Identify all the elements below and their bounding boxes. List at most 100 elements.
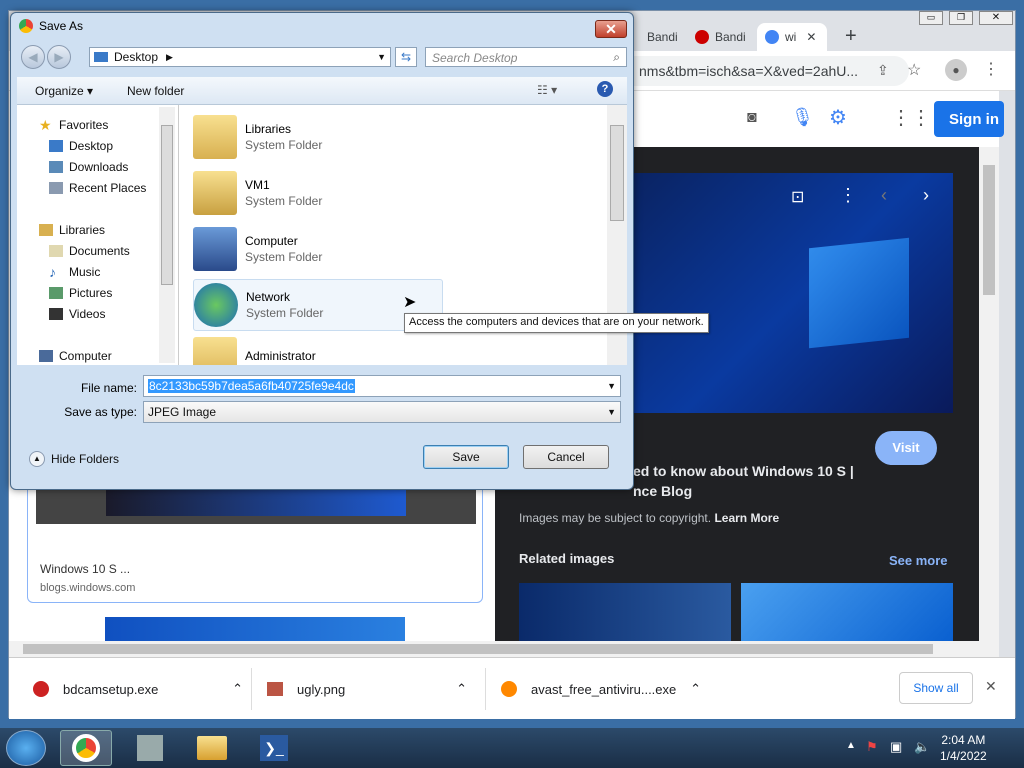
preview-title-line1[interactable]: ed to know about Windows 10 S | — [633, 463, 854, 479]
sign-in-button[interactable]: Sign in — [934, 101, 1004, 137]
nav-favorites[interactable]: ★ Favorites — [39, 115, 108, 135]
nav-scrollbar-thumb[interactable] — [161, 125, 173, 285]
preview-title-line2[interactable]: nce Blog — [633, 483, 692, 499]
nav-pictures[interactable]: Pictures — [49, 283, 112, 303]
nav-documents[interactable]: Documents — [49, 241, 130, 261]
show-hidden-icons[interactable]: ▲ — [846, 740, 856, 751]
folder-icon — [193, 337, 237, 365]
breadcrumb-desktop[interactable]: Desktop — [114, 50, 158, 64]
bookmark-star-icon[interactable]: ☆ — [907, 60, 921, 80]
nav-recent-places[interactable]: Recent Places — [49, 178, 146, 198]
address-breadcrumb[interactable]: Desktop ▶ ▼ — [89, 47, 391, 67]
nav-downloads[interactable]: Downloads — [49, 157, 128, 177]
chevron-down-icon[interactable]: ▼ — [377, 52, 386, 62]
dialog-close-button[interactable]: ✕ — [595, 20, 627, 38]
new-tab-button[interactable]: + — [845, 25, 857, 48]
chevron-down-icon[interactable]: ▼ — [607, 407, 616, 417]
chevron-right-icon[interactable]: ▶ — [166, 52, 173, 63]
camera-icon[interactable]: ◙ — [747, 109, 757, 127]
more-options-icon[interactable]: ⋮ — [839, 185, 857, 206]
hide-folders-toggle[interactable]: ▲ Hide Folders — [29, 451, 119, 467]
microphone-icon[interactable]: 🎙 — [791, 107, 814, 128]
chevron-up-icon[interactable]: ⌃ — [456, 681, 467, 697]
see-more-link[interactable]: See more — [889, 553, 948, 568]
lens-icon[interactable]: ⊡ — [791, 187, 804, 207]
refresh-icon[interactable]: ⇆ — [395, 47, 417, 67]
menu-icon[interactable]: ⋮ — [983, 59, 999, 79]
tab-bandicam-2[interactable]: Bandi — [687, 23, 755, 51]
dialog-title-bar[interactable]: Save As — [19, 19, 83, 33]
file-item-vm1[interactable]: VM1 System Folder — [193, 167, 443, 219]
horizontal-scrollbar[interactable] — [9, 641, 999, 657]
organize-menu[interactable]: Organize ▾ — [35, 84, 93, 98]
nav-music[interactable]: ♪ Music — [49, 262, 100, 282]
file-scrollbar-thumb[interactable] — [610, 125, 624, 221]
share-icon[interactable]: ⇪ — [877, 62, 889, 79]
taskbar-chrome[interactable] — [60, 730, 112, 766]
download-item[interactable]: avast_free_antiviru....exe ⌃ — [501, 672, 701, 706]
taskbar-powershell[interactable]: ❯_ — [248, 730, 300, 766]
back-icon[interactable]: ◀ — [21, 45, 45, 69]
help-icon[interactable]: ? — [597, 81, 613, 97]
search-desktop-input[interactable]: Search Desktop ⌕ — [425, 47, 627, 67]
divider — [251, 668, 252, 710]
result-title[interactable]: Windows 10 S ... — [40, 562, 130, 576]
chevron-up-icon[interactable]: ⌃ — [690, 681, 701, 697]
previous-icon[interactable]: ‹ — [881, 185, 887, 206]
nav-libraries[interactable]: Libraries — [39, 220, 105, 240]
file-name: Network — [246, 290, 291, 304]
file-item-computer[interactable]: Computer System Folder — [193, 223, 443, 275]
powershell-icon: ❯_ — [260, 735, 288, 761]
nav-scrollbar[interactable] — [159, 107, 175, 363]
action-center-icon[interactable]: ⚑ — [866, 739, 878, 755]
nav-desktop[interactable]: Desktop — [49, 136, 113, 156]
learn-more-link[interactable]: Learn More — [714, 511, 779, 525]
search-icon[interactable]: ⌕ — [613, 50, 620, 65]
tab-close-icon[interactable]: ✕ — [806, 30, 816, 44]
network-icon[interactable]: ▣ — [890, 739, 902, 755]
download-item[interactable]: bdcamsetup.exe ⌃ — [33, 672, 243, 706]
forward-icon[interactable]: ▶ — [47, 45, 71, 69]
save-as-type-select[interactable]: JPEG Image ▼ — [143, 401, 621, 423]
result-source: blogs.windows.com — [40, 582, 136, 594]
nav-label: Videos — [69, 307, 106, 321]
view-options-icon[interactable]: ☷ ▾ — [537, 83, 557, 97]
tab-google[interactable]: wi ✕ — [757, 23, 827, 51]
visit-button[interactable]: Visit — [875, 431, 937, 465]
maximize-icon[interactable]: ❐ — [949, 11, 973, 25]
volume-icon[interactable]: 🔈 — [914, 739, 930, 755]
save-button[interactable]: Save — [423, 445, 509, 469]
address-bar[interactable]: nms&tbm=isch&sa=X&ved=2ahU... — [609, 56, 909, 86]
new-folder-button[interactable]: New folder — [127, 84, 184, 98]
scrollbar-thumb[interactable] — [983, 165, 995, 295]
related-image-2[interactable] — [741, 583, 953, 641]
hscroll-thumb[interactable] — [23, 644, 933, 654]
cancel-button[interactable]: Cancel — [523, 445, 609, 469]
chevron-up-icon[interactable]: ⌃ — [232, 681, 243, 697]
file-name-input[interactable]: 8c2133bc59b7dea5a6fb40725fe9e4dc ▼ — [143, 375, 621, 397]
system-clock[interactable]: 2:04 AM 1/4/2022 — [940, 732, 987, 764]
nav-videos[interactable]: Videos — [49, 304, 105, 324]
tab-label: Bandi — [647, 30, 678, 44]
taskbar-app[interactable] — [124, 730, 176, 766]
file-item-libraries[interactable]: Libraries System Folder — [193, 111, 443, 163]
close-downloads-bar-icon[interactable]: ✕ — [985, 678, 997, 695]
related-image-1[interactable] — [519, 583, 731, 641]
minimize-icon[interactable]: ▭ — [919, 11, 943, 25]
navigation-pane: ★ Favorites Desktop Downloads Recent Plac… — [17, 105, 179, 365]
apps-grid-icon[interactable]: ⋮⋮ — [891, 105, 931, 130]
download-item[interactable]: ugly.png ⌃ — [267, 672, 467, 706]
next-result-thumbnail[interactable] — [105, 617, 405, 641]
close-icon[interactable]: ✕ — [979, 11, 1013, 25]
nav-computer[interactable]: Computer — [39, 346, 112, 366]
taskbar-explorer[interactable] — [186, 730, 238, 766]
profile-icon[interactable]: ● — [945, 59, 967, 81]
next-icon[interactable]: › — [923, 185, 929, 206]
avast-icon — [501, 681, 517, 697]
page-scrollbar[interactable] — [979, 147, 999, 641]
search-icon[interactable]: ⚙ — [829, 105, 847, 130]
start-button[interactable] — [6, 730, 46, 766]
show-all-button[interactable]: Show all — [899, 672, 973, 704]
chevron-down-icon[interactable]: ▼ — [607, 381, 616, 391]
file-item-administrator[interactable]: Administrator — [193, 337, 443, 365]
